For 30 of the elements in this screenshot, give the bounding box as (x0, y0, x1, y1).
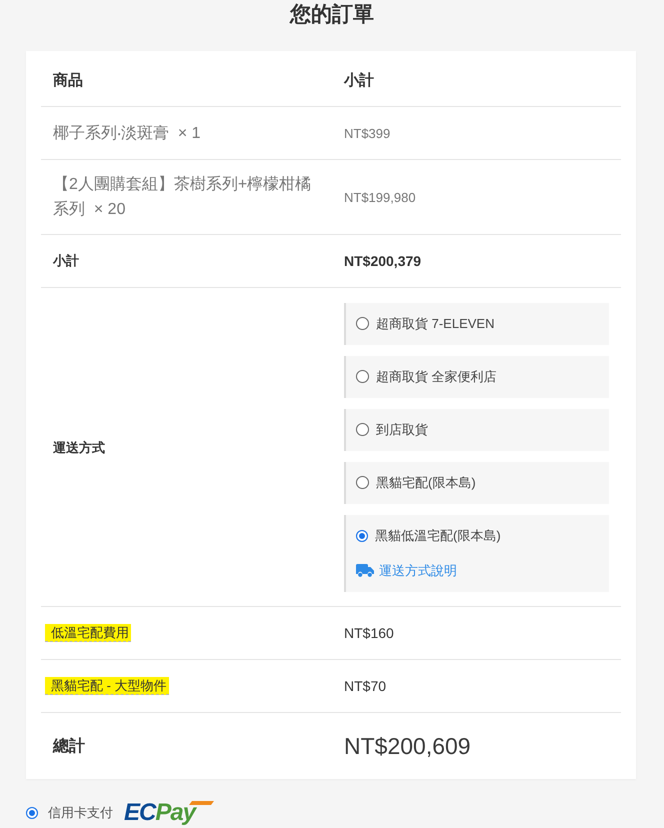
product-name: 【2人團購套組】茶樹系列+檸檬柑橘系列 × 20 (53, 176, 312, 218)
radio-button[interactable] (356, 370, 369, 383)
payment-method-label[interactable]: 信用卡支付 (48, 804, 113, 822)
column-header: 商品 (53, 72, 83, 89)
column-header: 小計 (344, 72, 374, 89)
radio-button[interactable] (356, 423, 369, 436)
subtotal-amount: NT$200,379 (344, 253, 422, 269)
subtotal-label: 小計 (53, 253, 79, 268)
radio-button[interactable] (356, 530, 368, 542)
radio-button[interactable] (356, 317, 369, 330)
fee-label: 低溫宅配費用 (45, 624, 131, 642)
radio-button[interactable] (356, 476, 369, 489)
total-amount: NT$200,609 (344, 732, 471, 758)
option-label[interactable]: 黑貓低溫宅配(限本島) (375, 526, 501, 544)
option-label[interactable]: 超商取貨 7-ELEVEN (376, 314, 494, 332)
fee-label: 黑貓宅配 - 大型物件 (45, 677, 169, 695)
total-label: 總計 (53, 738, 85, 754)
payment-provider-logo: ECPay (124, 800, 214, 826)
line-subtotal: NT$199,980 (344, 190, 416, 204)
truck-icon (356, 564, 374, 577)
shipping-label: 運送方式 (53, 440, 105, 454)
fee-amount: NT$160 (344, 625, 394, 641)
option-label[interactable]: 黑貓宅配(限本島) (376, 474, 476, 492)
fee-amount: NT$70 (344, 678, 386, 694)
line-subtotal: NT$399 (344, 126, 390, 140)
product-name: 椰子系列‧淡斑膏 × 1 (53, 124, 201, 142)
option-label[interactable]: 到店取貨 (376, 420, 428, 438)
page-title: 您的訂單 (288, 2, 375, 28)
radio-button[interactable] (26, 807, 38, 819)
option-label[interactable]: 超商取貨 全家便利店 (376, 368, 497, 386)
